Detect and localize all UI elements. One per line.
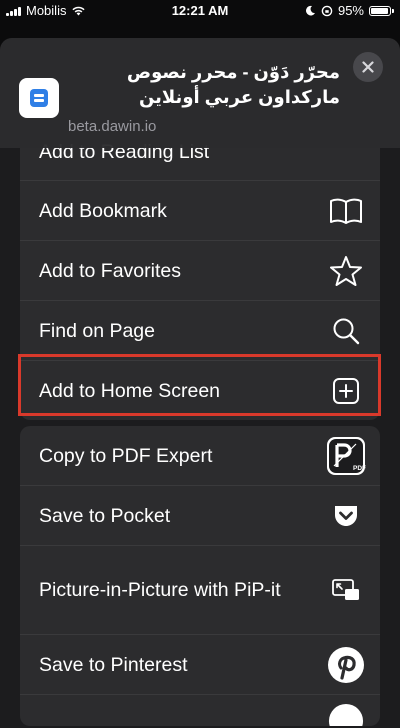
site-icon	[19, 78, 59, 118]
action-label: Copy to PDF Expert	[39, 444, 213, 467]
book-icon	[328, 193, 364, 229]
partial-circle-icon	[328, 703, 364, 726]
close-button[interactable]	[353, 52, 383, 82]
action-copy-to-pdf-expert[interactable]: Copy to PDF Expert PDF	[20, 426, 380, 486]
status-bar-right: 95%	[305, 3, 394, 18]
action-label: Add Bookmark	[39, 199, 167, 222]
action-save-to-pocket[interactable]: Save to Pocket	[20, 486, 380, 546]
actions-group-extensions: Copy to PDF Expert PDF Save to Pocket Pi…	[20, 426, 380, 726]
action-label: Save to Pinterest	[39, 653, 188, 676]
action-add-bookmark[interactable]: Add Bookmark	[20, 181, 380, 241]
action-label: Add to Home Screen	[39, 379, 221, 402]
star-icon	[328, 253, 364, 289]
moon-icon	[305, 5, 315, 16]
pip-icon	[328, 572, 364, 608]
action-label: Find on Page	[39, 319, 156, 342]
battery-percent: 95%	[337, 3, 364, 18]
search-icon	[328, 313, 364, 349]
action-label: Picture-in-Picture with PiP-it	[39, 579, 281, 601]
page-url: beta.dawin.io	[68, 118, 157, 135]
plus-square-icon	[328, 373, 364, 409]
svg-text:PDF: PDF	[353, 465, 366, 472]
action-add-to-favorites[interactable]: Add to Favorites	[20, 241, 380, 301]
orientation-lock-icon	[321, 5, 333, 16]
share-sheet-header: محرّر دَوّن - محرر نصوص ماركداون عربي أو…	[0, 38, 400, 148]
action-label: Add to Favorites	[39, 259, 181, 282]
action-save-to-pinterest[interactable]: Save to Pinterest	[20, 635, 380, 695]
action-picture-in-picture[interactable]: Picture-in-Picture with PiP-it	[20, 546, 380, 635]
close-icon	[362, 61, 374, 73]
pocket-icon	[328, 498, 364, 534]
battery-tip	[392, 8, 394, 13]
status-bar: Mobilis 12:21 AM 95%	[0, 0, 400, 22]
action-add-to-home-screen[interactable]: Add to Home Screen	[20, 361, 380, 420]
actions-group-primary: Add to Reading List Add Bookmark Add to …	[20, 122, 380, 420]
page-title: محرّر دَوّن - محرر نصوص ماركداون عربي أو…	[126, 62, 340, 107]
pdf-expert-icon: PDF	[326, 436, 366, 476]
battery-icon	[369, 5, 391, 16]
pinterest-icon	[327, 646, 365, 684]
action-label: Save to Pocket	[39, 504, 171, 527]
action-next-partial[interactable]	[20, 695, 380, 726]
action-find-on-page[interactable]: Find on Page	[20, 301, 380, 361]
